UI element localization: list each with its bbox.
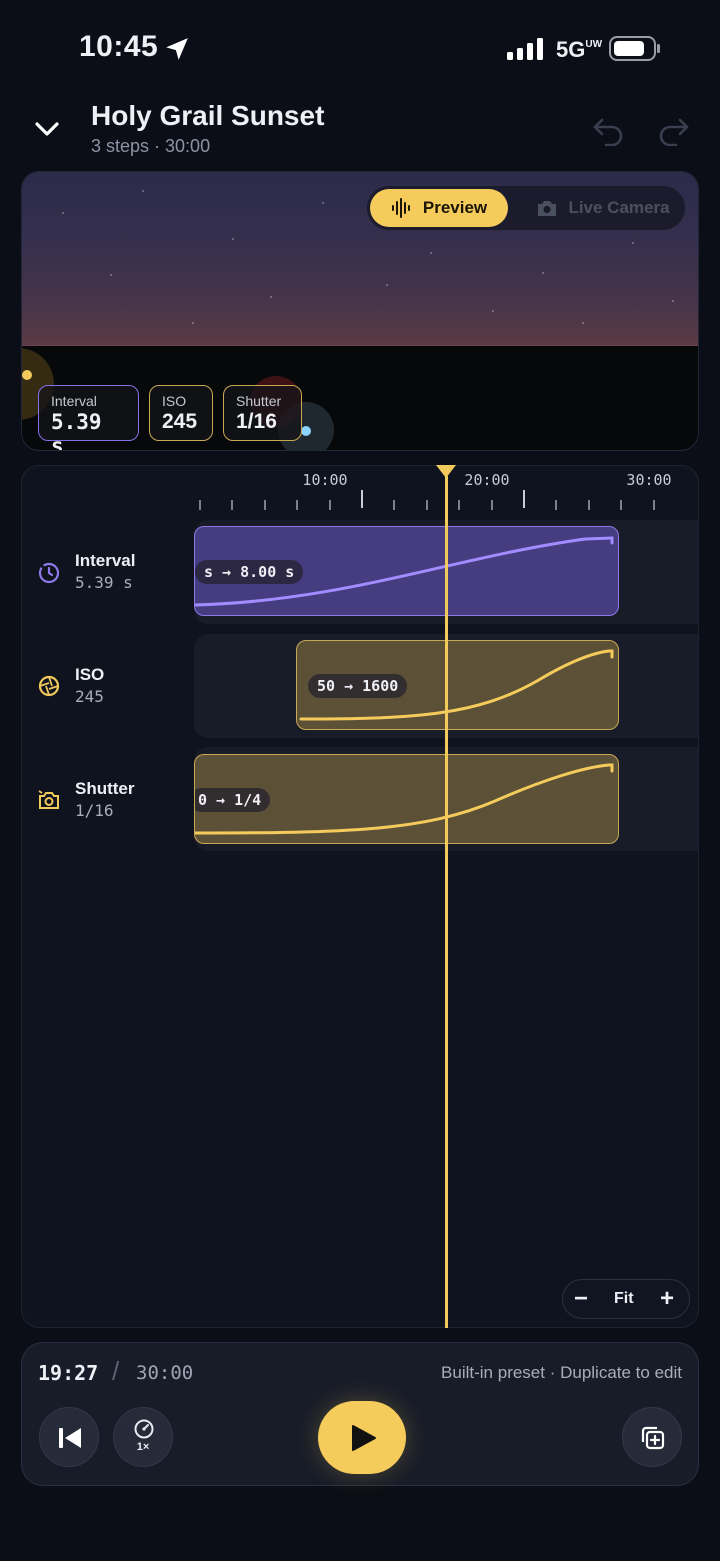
ruler-tick	[555, 500, 558, 510]
mode-live-camera-button[interactable]: Live Camera	[523, 189, 683, 227]
time-separator: /	[112, 1356, 120, 1386]
ruler-tick	[620, 500, 623, 510]
ruler-tick	[587, 500, 590, 510]
track-value-interval: 5.39 s	[75, 573, 133, 592]
ruler-label-10: 10:00	[302, 471, 348, 489]
duplicate-button[interactable]	[622, 1407, 682, 1467]
playhead-line[interactable]	[445, 476, 448, 1328]
zoom-controls: − Fit +	[562, 1279, 690, 1319]
mode-preview-button[interactable]: Preview	[370, 189, 508, 227]
zoom-fit-button[interactable]: Fit	[614, 1290, 634, 1308]
timeline-panel: 10:00 20:00 30:00 Interval 5.39 s s → 8.…	[21, 465, 699, 1328]
redo-icon[interactable]	[656, 112, 692, 146]
sun-marker	[22, 370, 32, 380]
track-name-shutter: Shutter	[75, 779, 135, 798]
track-value-shutter: 1/16	[75, 801, 114, 820]
ruler-tick	[296, 500, 299, 510]
aperture-icon	[38, 675, 60, 697]
speedometer-icon	[134, 1419, 154, 1439]
camera-icon	[538, 201, 557, 216]
cellular-signal-icon	[507, 38, 543, 60]
page-title: Holy Grail Sunset	[91, 100, 325, 131]
iso-chip: ISO 245	[149, 385, 213, 441]
ruler-label-20: 20:00	[464, 471, 510, 489]
ruler-tick	[199, 500, 201, 510]
play-icon	[352, 1425, 376, 1451]
zoom-in-button[interactable]: +	[660, 1286, 674, 1312]
clip-label-iso: 50 → 1600	[308, 674, 408, 698]
transport-bar: 19:27 / 30:00 Built-in preset · Duplicat…	[21, 1342, 699, 1486]
ruler-tick	[328, 500, 331, 510]
page-subtitle: 3 steps · 30:00	[91, 136, 211, 156]
play-button[interactable]	[318, 1401, 406, 1474]
ruler-label-30: 30:00	[626, 471, 672, 489]
preview-panel: Preview Live Camera Interval 5.39 s ISO …	[21, 171, 699, 451]
total-time: 30:00	[136, 1362, 194, 1384]
track-name-interval: Interval	[75, 551, 136, 570]
duplicate-icon	[641, 1426, 665, 1450]
current-time: 19:27	[38, 1361, 99, 1385]
playback-speed-button[interactable]: 1×	[113, 1407, 173, 1467]
battery-icon	[609, 36, 660, 61]
zoom-out-button[interactable]: −	[574, 1286, 588, 1312]
clip-shutter[interactable]: 0 → 1/4	[194, 754, 619, 844]
chevron-down-icon[interactable]	[30, 112, 64, 146]
clip-iso[interactable]: 50 → 1600	[296, 640, 619, 730]
mode-toggle: Preview Live Camera	[367, 186, 685, 230]
skip-to-start-icon	[59, 1428, 81, 1448]
undo-icon[interactable]	[590, 112, 626, 146]
ruler-tick	[393, 500, 396, 510]
blue-marker	[301, 426, 311, 436]
horizon-line	[22, 345, 698, 346]
interval-chip: Interval 5.39 s	[38, 385, 139, 450]
status-time: 10:45	[79, 30, 159, 63]
ruler-tick	[231, 500, 234, 510]
waveform-icon	[391, 198, 410, 218]
ruler-tick	[425, 500, 428, 510]
clip-label-interval: s → 8.00 s	[195, 560, 304, 584]
ruler-tick	[490, 500, 493, 510]
camera-icon	[38, 790, 59, 809]
clip-label-shutter: 0 → 1/4	[195, 788, 271, 812]
speed-label: 1×	[136, 1441, 150, 1453]
clip-interval[interactable]: s → 8.00 s	[194, 526, 619, 616]
status-bar: 10:45 5GUW	[0, 0, 720, 96]
ruler-tick	[361, 490, 363, 508]
ruler-tick	[458, 500, 461, 510]
skip-to-start-button[interactable]	[39, 1407, 99, 1467]
shutter-chip: Shutter 1/16	[223, 385, 302, 441]
ruler-tick	[523, 490, 525, 508]
ruler-tick	[263, 500, 266, 510]
network-type: 5GUW	[556, 37, 603, 62]
track-value-iso: 245	[75, 687, 104, 706]
location-arrow-icon	[166, 38, 188, 60]
playhead-handle[interactable]	[436, 465, 456, 478]
track-name-iso: ISO	[75, 665, 105, 684]
timer-icon	[38, 562, 60, 584]
ruler-tick	[652, 500, 655, 510]
preset-note[interactable]: Built-in preset · Duplicate to edit	[441, 1363, 682, 1383]
